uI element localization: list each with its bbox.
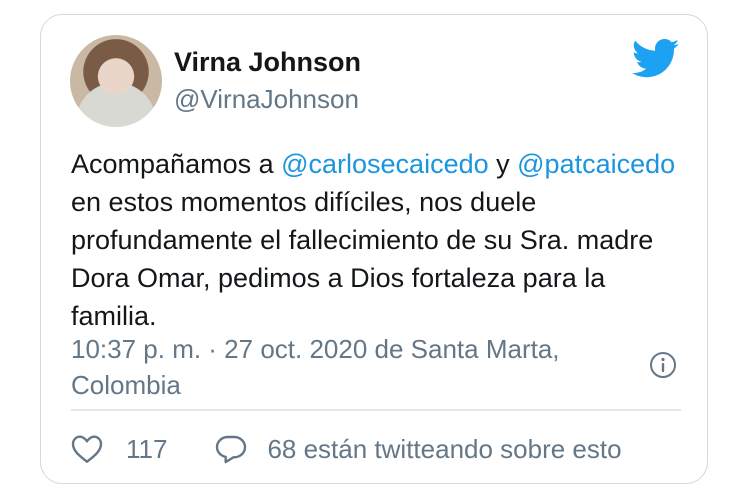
mention-link[interactable]: @carlosecaicedo	[281, 149, 489, 179]
avatar[interactable]	[70, 35, 162, 127]
author-handle[interactable]: @VirnaJohnson	[174, 84, 359, 115]
divider	[71, 409, 681, 411]
info-icon[interactable]	[649, 351, 677, 379]
reply-bubble-icon[interactable]	[215, 434, 247, 464]
twitter-bird-icon[interactable]	[632, 39, 680, 79]
tweet-text-part: Acompañamos a	[71, 149, 282, 179]
tweet-text: Acompañamos a @carlosecaicedo y @patcaic…	[71, 145, 681, 335]
tweet-timestamp[interactable]: 10:37 p. m. · 27 oct. 2020 de Santa Mart…	[71, 331, 631, 403]
author-name[interactable]: Virna Johnson	[174, 47, 361, 78]
heart-icon[interactable]	[71, 434, 103, 464]
tweet-text-part: en estos momentos difíciles, nos duele p…	[71, 187, 654, 331]
tweet-text-part: y	[488, 149, 518, 179]
replies-link[interactable]: 68 están twitteando sobre esto	[267, 434, 621, 465]
tweet-actions: 117 68 están twitteando sobre esto	[71, 429, 622, 469]
tweet-card[interactable]: Virna Johnson @VirnaJohnson Acompañamos …	[40, 14, 708, 484]
like-count[interactable]: 117	[126, 434, 167, 465]
mention-link[interactable]: @patcaicedo	[517, 149, 675, 179]
